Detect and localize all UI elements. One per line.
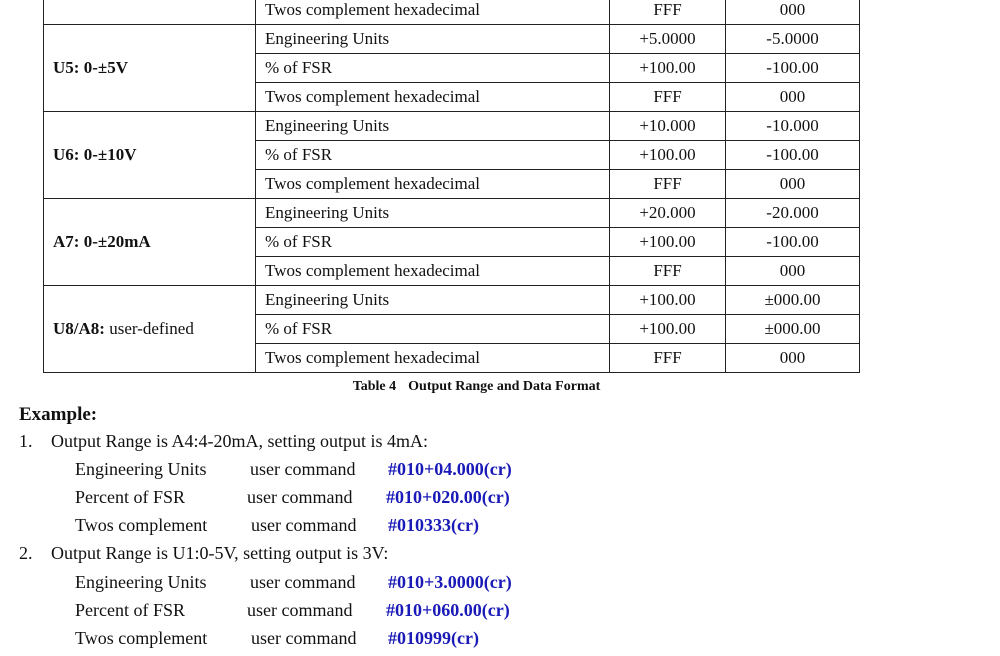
range-cell: U6: 0-±10V [43, 111, 256, 199]
max-value-cell: +100.00 [609, 314, 726, 344]
max-value-cell: +20.000 [609, 198, 726, 228]
max-value-cell: +10.000 [609, 111, 726, 141]
command-type: user command [251, 628, 357, 648]
format-cell: % of FSR [255, 227, 610, 257]
item-text: Output Range is A4:4-20mA, setting outpu… [51, 431, 428, 451]
range-cell: U8/A8: user-defined [43, 285, 256, 373]
format-label: Twos complement [75, 515, 208, 535]
format-cell: Engineering Units [255, 111, 610, 141]
max-value-cell: +100.00 [609, 53, 726, 83]
table-caption-number: Table 4 [352, 379, 397, 394]
format-label: Engineering Units [75, 572, 207, 592]
table-row: A7: 0-±20mA Engineering Units +20.000 -2… [43, 198, 860, 286]
command-row: Engineering Units user command #010+04.0… [0, 459, 1000, 487]
table-row: Twos complement hexadecimal FFF 000 [43, 0, 860, 25]
format-cell: Twos complement hexadecimal [255, 256, 610, 286]
command-type: user command [250, 459, 356, 479]
format-cell: Engineering Units [255, 24, 610, 54]
command-row: Engineering Units user command #010+3.00… [0, 572, 1000, 600]
min-value-cell: ±000.00 [725, 285, 860, 315]
format-label: Twos complement [75, 628, 208, 648]
table-caption-title: Output Range and Data Format [408, 379, 601, 394]
max-value-cell: FFF [609, 256, 726, 286]
min-value-cell: 000 [725, 169, 860, 199]
command-type: user command [250, 572, 356, 592]
format-cell: Engineering Units [255, 285, 610, 315]
item-number: 1. [19, 431, 33, 451]
command-type: user command [247, 487, 353, 507]
min-value-cell: -10.000 [725, 111, 860, 141]
max-value-cell: FFF [609, 343, 726, 373]
example-item: 1. Output Range is A4:4-20mA, setting out… [19, 431, 428, 452]
min-value-cell: -100.00 [725, 140, 860, 170]
format-label: Percent of FSR [75, 487, 185, 507]
example-heading: Example: [19, 404, 98, 425]
format-cell: Engineering Units [255, 198, 610, 228]
format-label: Engineering Units [75, 459, 207, 479]
range-desc: user-defined [109, 319, 194, 338]
min-value-cell: -100.00 [725, 227, 860, 257]
command-row: Percent of FSR user command #010+060.00(… [0, 600, 1000, 628]
command-type: user command [247, 600, 353, 620]
format-cell: % of FSR [255, 140, 610, 170]
output-range-table: Twos complement hexadecimal FFF 000 U5: … [43, 0, 860, 373]
min-value-cell: 000 [725, 0, 860, 25]
min-value-cell: -100.00 [725, 53, 860, 83]
command-row: Twos complement user command #010999(cr) [0, 628, 1000, 656]
max-value-cell: +100.00 [609, 140, 726, 170]
format-cell: Twos complement hexadecimal [255, 0, 610, 25]
item-number: 2. [19, 543, 33, 563]
range-cell [43, 0, 256, 25]
min-value-cell: 000 [725, 343, 860, 373]
item-text: Output Range is U1:0-5V, setting output … [51, 543, 389, 563]
format-cell: Twos complement hexadecimal [255, 82, 610, 112]
example-item: 2. Output Range is U1:0-5V, setting outpu… [19, 543, 388, 564]
max-value-cell: +100.00 [609, 285, 726, 315]
table-row: U5: 0-±5V Engineering Units +5.0000 -5.0… [43, 24, 860, 112]
max-value-cell: +5.0000 [609, 24, 726, 54]
range-code: U6: [53, 145, 80, 164]
command-row: Twos complement user command #010333(cr) [0, 515, 1000, 543]
command-string: #010999(cr) [388, 628, 479, 648]
range-desc: 0-±10V [83, 145, 137, 164]
range-cell: U5: 0-±5V [43, 24, 256, 112]
command-string: #010+3.0000(cr) [388, 572, 512, 592]
command-type: user command [251, 515, 357, 535]
min-value-cell: 000 [725, 82, 860, 112]
command-row: Percent of FSR user command #010+020.00(… [0, 487, 1000, 515]
range-code: A7: [53, 232, 80, 251]
max-value-cell: FFF [609, 169, 726, 199]
max-value-cell: FFF [609, 0, 726, 25]
min-value-cell: ±000.00 [725, 314, 860, 344]
format-cell: Twos complement hexadecimal [255, 343, 610, 373]
range-desc: 0-±5V [83, 58, 128, 77]
table-caption: Table 4 Output Range and Data Format [0, 379, 953, 395]
range-desc: 0-±20mA [83, 232, 151, 251]
max-value-cell: +100.00 [609, 227, 726, 257]
format-cell: % of FSR [255, 53, 610, 83]
max-value-cell: FFF [609, 82, 726, 112]
range-code: U8/A8: [53, 319, 105, 338]
range-code: U5: [53, 58, 80, 77]
format-cell: % of FSR [255, 314, 610, 344]
command-string: #010333(cr) [388, 515, 479, 535]
command-string: #010+060.00(cr) [386, 600, 510, 620]
command-string: #010+020.00(cr) [386, 487, 510, 507]
range-cell: A7: 0-±20mA [43, 198, 256, 286]
min-value-cell: -20.000 [725, 198, 860, 228]
min-value-cell: -5.0000 [725, 24, 860, 54]
format-label: Percent of FSR [75, 600, 185, 620]
format-cell: Twos complement hexadecimal [255, 169, 610, 199]
min-value-cell: 000 [725, 256, 860, 286]
table-row: U8/A8: user-defined Engineering Units +1… [43, 285, 860, 373]
table-row: U6: 0-±10V Engineering Units +10.000 -10… [43, 111, 860, 199]
command-string: #010+04.000(cr) [388, 459, 512, 479]
